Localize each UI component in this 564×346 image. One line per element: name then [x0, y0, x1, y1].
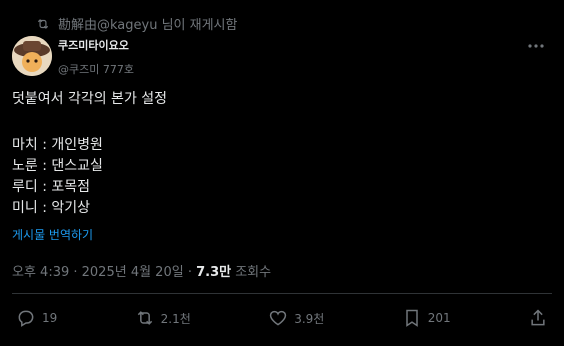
- post-body: 덧붙여서 각각의 본가 설정 마치 : 개인병원 노룬 : 댄스교실 루디 : …: [12, 89, 532, 219]
- like-button[interactable]: 3.9천: [268, 308, 324, 328]
- repost-icon: [137, 311, 152, 325]
- bookmark-icon: [405, 309, 418, 327]
- like-count: 3.9천: [294, 311, 325, 326]
- repost-text: 勘解由@kageyu 님이 재게시함: [58, 18, 238, 33]
- post-line: 마치 : 개인병원: [12, 137, 103, 153]
- view-count: 7.3만: [196, 265, 232, 280]
- divider: [12, 293, 552, 294]
- translate-link[interactable]: 게시물 번역하기: [12, 226, 93, 243]
- repost-indicator: 勘解由@kageyu 님이 재게시함: [36, 14, 237, 33]
- author-handle[interactable]: @쿠즈미 777호: [58, 61, 134, 77]
- more-options-icon[interactable]: [526, 38, 546, 54]
- heart-icon: [269, 310, 287, 326]
- bookmark-count: 201: [427, 311, 451, 325]
- reply-count: 19: [42, 311, 58, 325]
- post-line: 미니 : 악기상: [12, 200, 91, 216]
- share-button[interactable]: [528, 308, 548, 328]
- reply-icon: [18, 310, 34, 327]
- post-line: 루디 : 포목점: [12, 179, 91, 195]
- view-label: 조회수: [231, 265, 272, 280]
- repost-icon: [37, 18, 49, 29]
- author-block: 쿠즈미타이요오 @쿠즈미 777호: [58, 37, 134, 77]
- share-icon: [531, 309, 545, 326]
- repost-button[interactable]: 2.1천: [135, 308, 191, 328]
- author-name[interactable]: 쿠즈미타이요오: [58, 37, 134, 53]
- bookmark-button[interactable]: 201: [402, 308, 451, 328]
- reply-button[interactable]: 19: [16, 308, 57, 328]
- post-line: 덧붙여서 각각의 본가 설정: [12, 91, 168, 107]
- avatar[interactable]: [12, 36, 52, 76]
- action-bar: 19 2.1천 3.9천 201: [16, 307, 548, 329]
- repost-count: 2.1천: [160, 311, 191, 326]
- post-line: 노룬 : 댄스교실: [12, 158, 103, 174]
- post-meta: 오후 4:39 · 2025년 4월 20일 · 7.3만 조회수: [12, 261, 271, 280]
- post-line: [12, 110, 532, 131]
- post-timestamp[interactable]: 오후 4:39 · 2025년 4월 20일 ·: [12, 265, 196, 280]
